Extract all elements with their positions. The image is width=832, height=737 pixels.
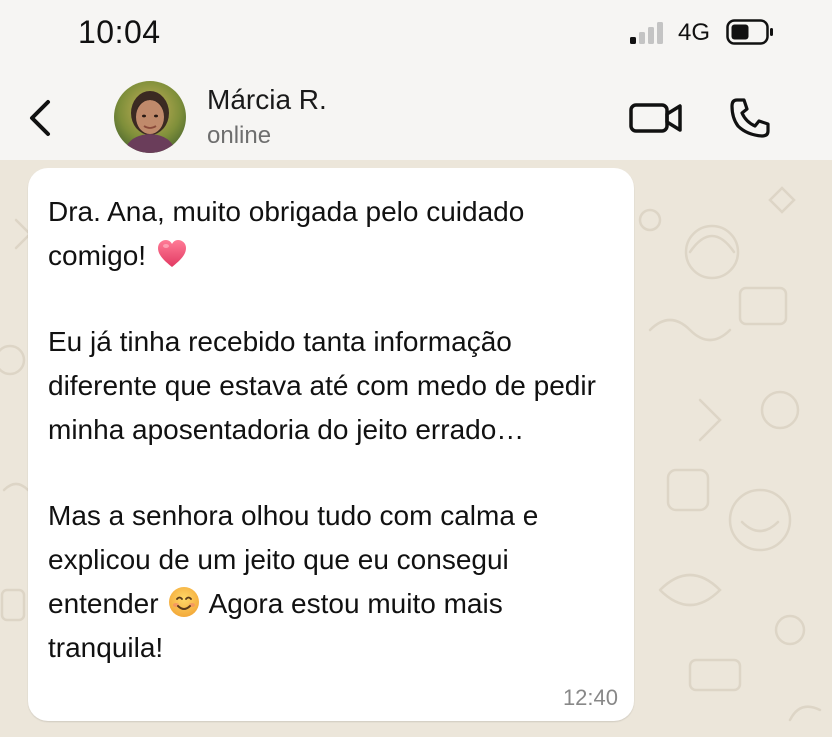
message-timestamp: 12:40 [562,685,618,710]
signal-bars-icon [630,22,663,44]
chat-header: Márcia R. online [0,64,832,160]
message-paragraph-1: Dra. Ana, muito obrigada pelo cuidado co… [48,190,614,278]
status-time: 10:04 [78,14,161,50]
heart-emoji [158,240,187,267]
smiling-face-emoji [169,587,200,617]
contact-name[interactable]: Márcia R. [207,84,327,116]
chat-area[interactable]: Dra. Ana, muito obrigada pelo cuidado co… [0,160,832,737]
phone-icon[interactable] [728,96,772,140]
contact-status: online [207,122,272,149]
avatar[interactable] [114,81,186,153]
message-paragraph-2: Eu já tinha recebido tanta informação di… [48,326,604,445]
message-bubble[interactable]: Dra. Ana, muito obrigada pelo cuidado co… [28,168,634,721]
battery-icon [726,19,773,45]
chevron-left-icon[interactable] [26,98,56,138]
video-camera-icon[interactable] [628,100,684,136]
message-text-1: Dra. Ana, muito obrigada pelo cuidado co… [48,196,533,271]
status-bar: 10:04 4G [0,0,832,64]
message-paragraph-3: Mas a senhora olhou tudo com calma e exp… [48,494,614,670]
network-type: 4G [678,19,711,46]
